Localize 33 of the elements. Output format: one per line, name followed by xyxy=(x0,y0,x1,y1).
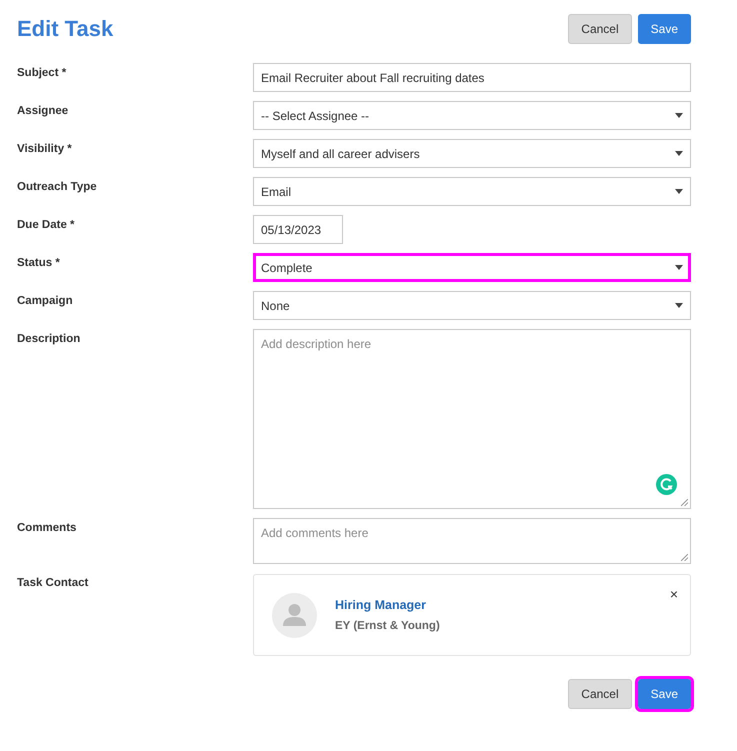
dropdown[interactable]: -- Select Assignee -- xyxy=(253,101,691,130)
field-label: Campaign xyxy=(17,294,74,309)
date-field[interactable]: 05/13/2023 xyxy=(253,215,343,244)
field-label: Task Contact xyxy=(17,576,90,591)
save-button[interactable]: Save xyxy=(638,14,691,44)
caret-icon xyxy=(675,151,683,156)
field-label: Status * xyxy=(17,256,61,271)
cancel-button[interactable]: Cancel xyxy=(568,14,632,44)
caret-icon xyxy=(675,265,683,270)
field-label: Assignee xyxy=(17,104,70,119)
resize-grip-icon[interactable] xyxy=(681,499,688,506)
dropdown[interactable]: Complete xyxy=(253,253,691,282)
cancel-button[interactable]: Cancel xyxy=(568,679,632,709)
dropdown[interactable]: Myself and all career advisers xyxy=(253,139,691,168)
caret-icon xyxy=(675,113,683,118)
dropdown[interactable]: None xyxy=(253,291,691,320)
field-label: Subject * xyxy=(17,66,68,81)
field-label: Comments xyxy=(17,521,78,536)
close-button[interactable]: × xyxy=(670,587,678,601)
contact-company: EY (Ernst & Young) xyxy=(335,620,440,632)
caret-icon xyxy=(675,303,683,308)
field-label: Description xyxy=(17,332,82,347)
page-title: Edit Task xyxy=(17,16,114,42)
field-label: Due Date * xyxy=(17,218,76,233)
text-field[interactable]: Email Recruiter about Fall recruiting dates xyxy=(253,63,691,92)
caret-icon xyxy=(675,189,683,194)
save-button[interactable]: Save xyxy=(638,679,691,709)
dropdown[interactable]: Email xyxy=(253,177,691,206)
field-label: Visibility * xyxy=(17,142,73,157)
resize-grip-icon[interactable] xyxy=(681,554,688,561)
avatar-icon xyxy=(272,592,317,638)
field-label: Outreach Type xyxy=(17,180,98,195)
contact-name-link[interactable]: Hiring Manager xyxy=(335,598,440,612)
